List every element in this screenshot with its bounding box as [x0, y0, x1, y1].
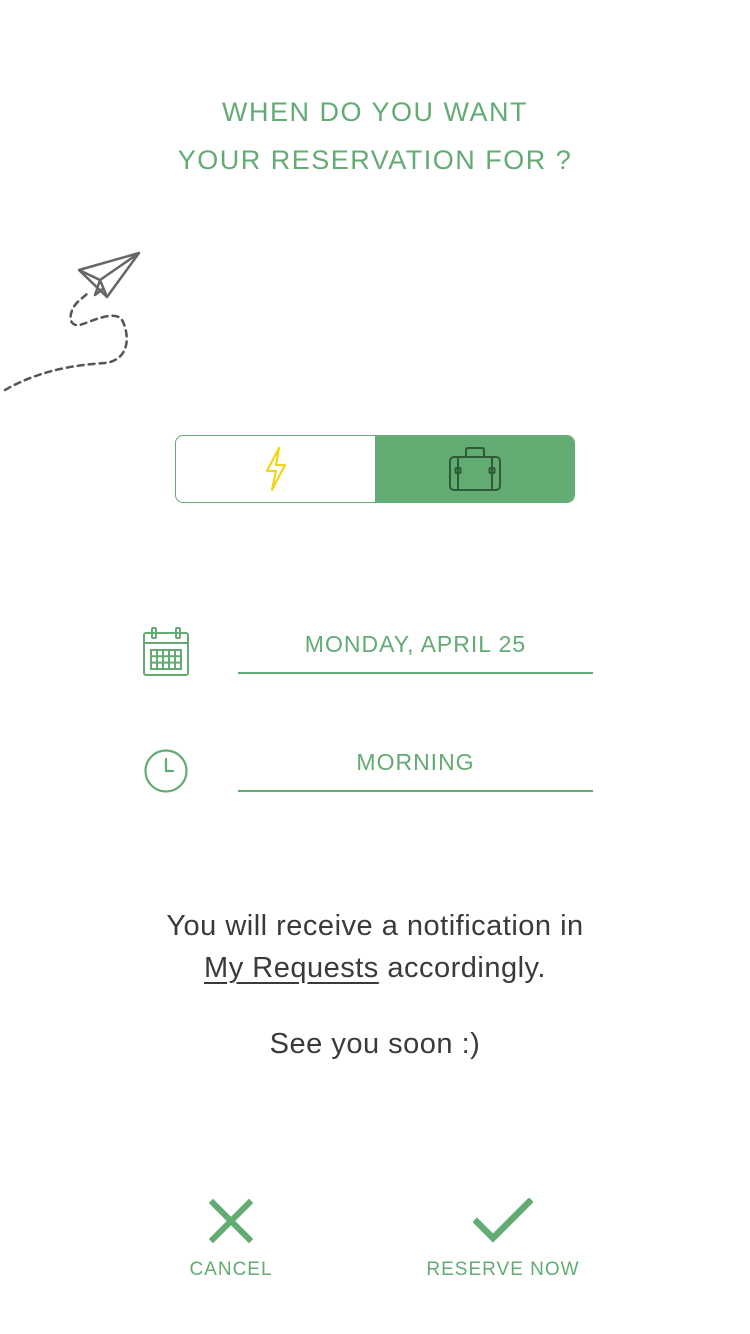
- close-icon: [208, 1198, 254, 1244]
- calendar-icon: [143, 627, 189, 676]
- date-field[interactable]: MONDAY, APRIL 25: [238, 631, 593, 674]
- title-line-1: WHEN DO YOU WANT: [222, 97, 528, 127]
- suitcase-icon: [448, 447, 501, 491]
- notification-message: You will receive a notification in My Re…: [0, 905, 750, 989]
- message-line-2-suffix: accordingly.: [378, 952, 546, 984]
- my-requests-link[interactable]: My Requests: [204, 952, 379, 984]
- check-icon: [472, 1197, 534, 1243]
- mode-option-scheduled[interactable]: [375, 436, 574, 502]
- time-field-row: MORNING: [140, 746, 600, 806]
- date-field-row: MONDAY, APRIL 25: [140, 626, 600, 686]
- message-line-1: You will receive a notification in: [166, 910, 584, 942]
- reserve-now-button[interactable]: RESERVE NOW: [393, 1197, 613, 1281]
- page-title: WHEN DO YOU WANT YOUR RESERVATION FOR ?: [0, 88, 750, 184]
- lightning-icon: [265, 446, 286, 492]
- reserve-now-label: RESERVE NOW: [426, 1259, 580, 1280]
- paper-plane-icon: [3, 251, 141, 392]
- mode-option-instant[interactable]: [176, 436, 375, 502]
- reservation-mode-toggle: [175, 435, 575, 503]
- farewell-text: See you soon :): [269, 1028, 481, 1060]
- clock-icon: [144, 749, 188, 793]
- time-field[interactable]: MORNING: [238, 749, 593, 792]
- cancel-button[interactable]: CANCEL: [121, 1198, 341, 1281]
- cancel-label: CANCEL: [189, 1259, 273, 1280]
- title-line-2: YOUR RESERVATION FOR ?: [177, 145, 573, 175]
